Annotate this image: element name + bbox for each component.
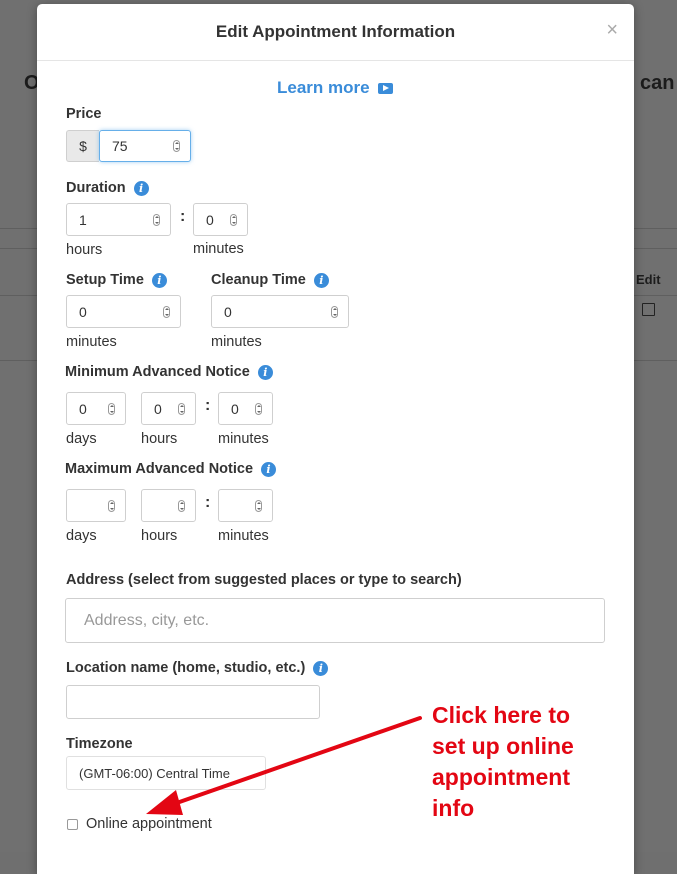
annotation-arrow — [146, 716, 422, 815]
annotation-callout: Click here to set up online appointment … — [432, 702, 574, 821]
